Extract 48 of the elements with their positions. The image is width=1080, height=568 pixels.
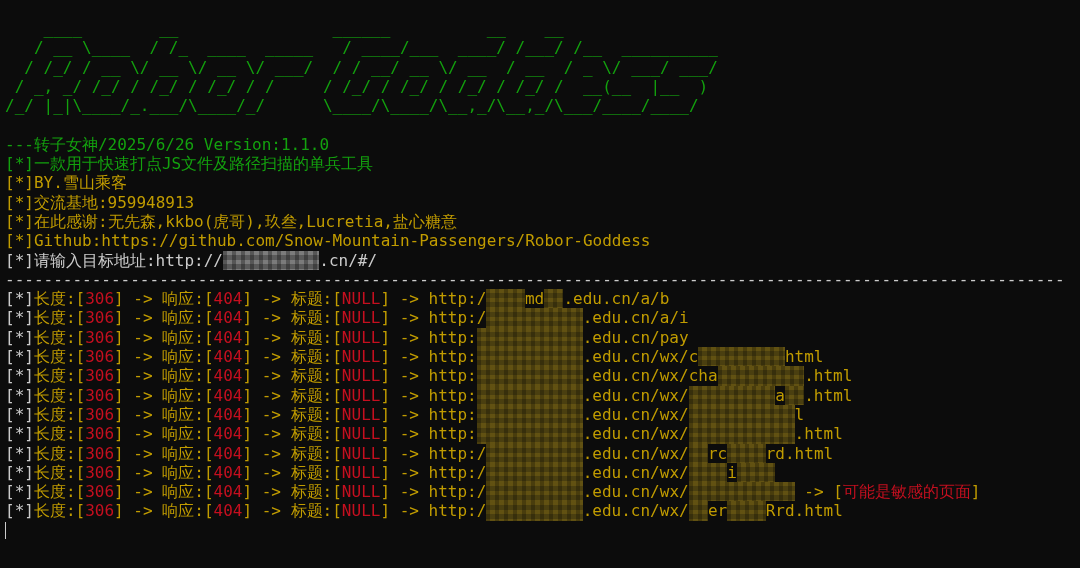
console-text: [*]长度:[306] -> 响应:[404] -> 标题:[NULL] -> http:/ xyxy=(5,308,487,328)
console-text: rc xyxy=(707,443,728,463)
console-text: .edu.cn/wx/ xyxy=(582,404,689,425)
console-text: [*]长度:[306] -> 响应:[404] -> 标题:[NULL] -> http: xyxy=(5,327,477,348)
console-text: .edu.cn/wx/ xyxy=(582,482,689,502)
console-text: .edu.cn/wx/c xyxy=(582,347,699,367)
console-text: .html xyxy=(804,366,853,386)
console-text: rd.html xyxy=(765,443,834,463)
ascii-art-title: ____ __ ______ __ __ / __ \____ / /_ ____ _____ / ____/___ ____/ /___/ /__ __________ / /_/ / __ \/ __ \/ __ \/ ___/ / / __/ __ \/ __ / __ / _ \/ ___/ ___/ / _, _/ /_/ / /_/ / /_/ / / / /_/ / /_/ / /_/ / /_/ / __(__ |__ ) /_/ |_|\____/_.___/\____/_/ \____/\____/\__,_/\__,_/\___/____/____/ xyxy=(5,19,718,116)
console-text: html xyxy=(784,347,824,367)
console-text: i xyxy=(727,462,737,483)
console-text: .cn/#/ xyxy=(319,250,378,270)
console-text: .edu.cn/wx/ xyxy=(582,385,689,405)
text-cursor xyxy=(5,521,6,539)
console-text: [*]长度:[306] -> 响应:[404] -> 标题:[NULL] -> http: xyxy=(5,366,477,386)
console-text: .html xyxy=(804,385,853,405)
console-text: -> [可能是敏感的页面] xyxy=(803,482,981,502)
console-text: .edu.cn/a/i xyxy=(582,308,689,328)
console-text: .edu.cn/wx/ xyxy=(582,443,689,463)
console-text: .edu.cn/wx/ xyxy=(582,501,689,521)
console-text: [*]长度:[306] -> 响应:[404] -> 标题:[NULL] -> http:/ xyxy=(5,501,487,521)
console-text: md xyxy=(524,289,545,309)
console-text: .edu.cn/a/b xyxy=(563,289,670,309)
console-text: [*]长度:[306] -> 响应:[404] -> 标题:[NULL] -> http:/ xyxy=(5,289,487,309)
console-text: [*]长度:[306] -> 响应:[404] -> 标题:[NULL] -> http:/ xyxy=(5,462,487,483)
console-text: Rrd.html xyxy=(765,501,843,521)
console-text: [*]长度:[306] -> 响应:[404] -> 标题:[NULL] -> http: xyxy=(5,404,477,425)
console-text: [*]一款用于快速打点JS文件及路径扫描的单兵工具 xyxy=(5,154,374,174)
console-text: [*]长度:[306] -> 响应:[404] -> 标题:[NULL] -> http:/ xyxy=(5,482,487,502)
separator-line: -------------------------------------------------------------------------------------------------------------- xyxy=(5,269,1065,290)
console-text: [*]长度:[306] -> 响应:[404] -> 标题:[NULL] -> http:/ xyxy=(5,443,487,463)
console-text: [*]Github:https://github.com/Snow-Mountain-Passengers/Robor-Goddess xyxy=(5,231,651,251)
console-text: [*]长度:[306] -> 响应:[404] -> 标题:[NULL] -> http: xyxy=(5,347,477,367)
console-text: .html xyxy=(794,424,843,444)
console-text: [*]交流基地:959948913 xyxy=(5,192,195,212)
console-text: [*]长度:[306] -> 响应:[404] -> 标题:[NULL] -> http: xyxy=(5,424,477,444)
console-text: [*]在此感谢:无先森,kkbo(虎哥),玖叁,Lucretia,盐心糖意 xyxy=(5,211,457,232)
console-text: .edu.cn/pay xyxy=(582,327,689,348)
console-text: .edu.cn/wx/ xyxy=(582,424,689,444)
console-text: ---转子女神/2025/6/26 Version:1.1.0 xyxy=(5,134,330,155)
console-text: .edu.cn/wx/cha xyxy=(582,366,718,386)
console-text: [*]BY.雪山乘客 xyxy=(5,173,127,193)
console-text: .edu.cn/wx/ xyxy=(582,462,689,483)
console-text: a xyxy=(775,385,785,405)
console-text: [*]长度:[306] -> 响应:[404] -> 标题:[NULL] -> http: xyxy=(5,385,477,405)
console-text: er xyxy=(707,501,728,521)
console-text: l xyxy=(794,404,805,425)
console-text: [*]请输入目标地址:http:// xyxy=(5,250,223,270)
